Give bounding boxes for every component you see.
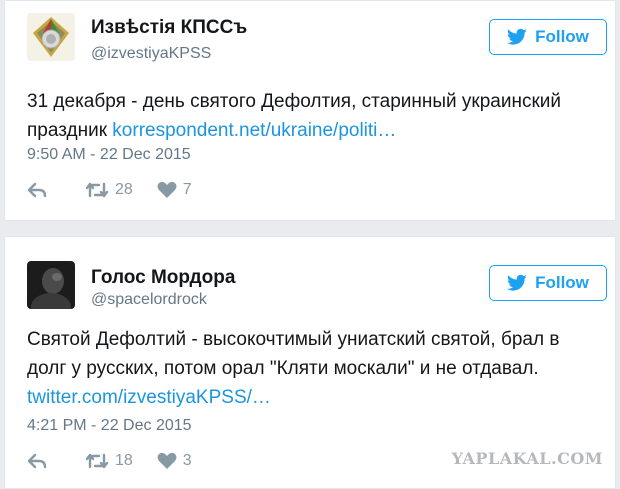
watermark: YAPLAKAL.COM [451, 449, 603, 468]
follow-label: Follow [535, 27, 589, 46]
user-name[interactable]: Голос Мордора [91, 267, 235, 289]
retweet-count: 28 [115, 181, 133, 198]
like-count: 3 [182, 452, 192, 469]
tweet-card: Извѣстія КПССъ @izvestiyaKPSS Follow 31 … [4, 0, 616, 221]
retweet-icon [85, 453, 109, 469]
user-handle[interactable]: @izvestiyaKPSS [91, 45, 211, 63]
twitter-bird-icon [507, 28, 527, 45]
tweet-body-line: Святой Дефолтий - высокочтимый униатский… [27, 329, 560, 350]
retweet-button[interactable]: 28 [85, 181, 133, 199]
follow-label: Follow [535, 273, 589, 292]
user-handle[interactable]: @spacelordrock [91, 291, 207, 309]
tweet-timestamp[interactable]: 4:21 PM - 22 Dec 2015 [27, 417, 192, 435]
like-button[interactable]: 7 [157, 181, 192, 199]
tweet-actions: 18 3 [27, 452, 192, 470]
reply-icon [27, 182, 47, 198]
reply-button[interactable] [27, 182, 47, 198]
twitter-bird-icon [507, 274, 527, 291]
follow-button[interactable]: Follow [489, 265, 607, 301]
tweet-body-line: долг у русских, потом орал "Кляти москал… [27, 358, 539, 379]
retweet-icon [85, 182, 109, 198]
reply-icon [27, 453, 47, 469]
retweet-count: 18 [115, 452, 133, 469]
retweet-button[interactable]: 18 [85, 452, 133, 470]
reply-button[interactable] [27, 453, 47, 469]
tweet-link[interactable]: korrespondent.net/ukraine/politi… [112, 120, 396, 141]
follow-button[interactable]: Follow [489, 19, 607, 55]
like-button[interactable]: 3 [157, 452, 192, 470]
tweet-link[interactable]: twitter.com/izvestiyaKPSS/… [27, 387, 271, 408]
tweet-actions: 28 7 [27, 181, 192, 199]
tweet-text: Святой Дефолтий - высокочтимый униатский… [27, 325, 597, 412]
heart-icon [157, 181, 177, 198]
tweet-card: Голос Мордора @spacelordrock Follow Свят… [4, 236, 616, 489]
like-count: 7 [182, 181, 192, 198]
tweet-timestamp[interactable]: 9:50 AM - 22 Dec 2015 [27, 146, 191, 164]
tweet-text: 31 декабря - день святого Дефолтия, стар… [27, 87, 597, 145]
user-name[interactable]: Извѣстія КПССъ [91, 17, 247, 39]
avatar[interactable] [27, 261, 75, 309]
avatar[interactable] [27, 13, 75, 61]
heart-icon [157, 452, 177, 469]
